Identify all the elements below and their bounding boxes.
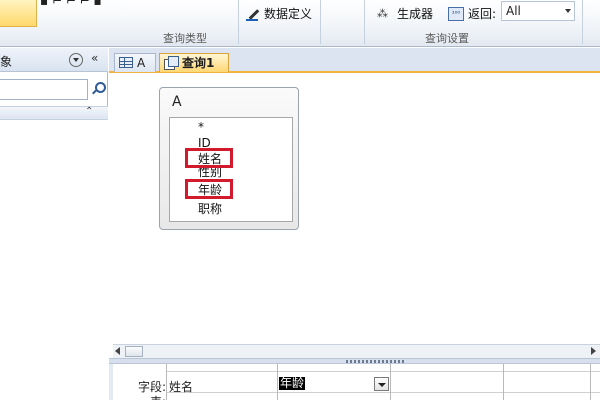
pencil-icon	[246, 7, 260, 21]
grid-cell-field-selected[interactable]: 年龄	[279, 377, 306, 390]
search-icon[interactable]	[91, 82, 106, 96]
grid-column-line	[590, 364, 591, 400]
highlight-box	[185, 179, 233, 199]
ribbon-cut-off-text: ▪ ⌐ ⌐ ⌐ ▪	[40, 0, 102, 8]
return-value-combobox[interactable]: All	[501, 1, 575, 21]
nav-search-input[interactable]	[0, 79, 88, 100]
ribbon-separator	[320, 0, 321, 44]
design-grid: 字段: 表: 姓名 年龄	[109, 364, 600, 400]
field-item[interactable]: *	[198, 121, 204, 134]
return-icon: ¹⁰⁰	[448, 6, 464, 21]
grid-row-line	[166, 371, 600, 372]
grid-cell-field[interactable]: 姓名	[169, 378, 193, 395]
nav-title: 象	[0, 55, 13, 69]
builder-label: 生成器	[397, 7, 434, 21]
scroll-thumb[interactable]	[125, 346, 143, 357]
grid-column-line	[503, 364, 504, 400]
group-label-query-setup: 查询设置	[425, 32, 469, 45]
grid-column-line	[166, 364, 167, 400]
table-icon	[119, 57, 133, 68]
splitter-grip[interactable]	[346, 360, 406, 363]
nav-menu-dropdown-icon[interactable]	[69, 53, 83, 67]
collapse-group-icon[interactable]: ⌃	[85, 106, 93, 117]
navigation-pane: 象 « ⌃	[0, 48, 108, 400]
ribbon-separator	[364, 0, 365, 44]
builder-button[interactable]: ⁂ 生成器	[377, 5, 433, 22]
scroll-right-icon[interactable]	[591, 347, 596, 355]
grid-row-line	[166, 392, 600, 393]
nav-group-header[interactable]: ⌃	[0, 106, 108, 120]
query-icon	[164, 56, 179, 70]
chevron-down-icon[interactable]	[565, 9, 571, 13]
field-item[interactable]: 职称	[198, 203, 222, 216]
nav-collapse-icon[interactable]: «	[91, 51, 98, 65]
query-design-area[interactable]: A * ID 姓名 性别 年龄 职称	[109, 75, 600, 345]
nav-header: 象 «	[0, 48, 108, 72]
group-label-query-type: 查询类型	[163, 32, 207, 45]
field-list-window[interactable]: A * ID 姓名 性别 年龄 职称	[159, 87, 299, 230]
data-definition-label: 数据定义	[264, 7, 313, 21]
return-value: All	[506, 4, 521, 18]
ribbon-separator	[238, 0, 239, 44]
nav-object-list	[0, 120, 108, 400]
grid-column-line	[277, 364, 278, 400]
builder-wand-icon: ⁂	[377, 6, 388, 20]
field-list-title: A	[172, 94, 182, 110]
grid-column-line	[390, 364, 391, 400]
field-list: * ID 姓名 性别 年龄 职称	[169, 117, 293, 222]
ribbon-separator	[582, 0, 583, 44]
run-button[interactable]	[0, 0, 37, 27]
tab-label: A	[137, 56, 146, 70]
grid-row-label-table: 表:	[109, 393, 166, 400]
scroll-left-icon[interactable]	[115, 347, 120, 355]
highlight-box	[185, 148, 233, 168]
tab-query1[interactable]: 查询1	[159, 53, 229, 72]
ribbon: ▪ ⌐ ⌐ ⌐ ▪ 数据定义 查询类型 ⁂ 生成器 ¹⁰⁰ 返回: All 查询…	[0, 0, 600, 47]
return-label: 返回:	[468, 7, 497, 21]
data-definition-button[interactable]: 数据定义	[246, 5, 312, 22]
tab-table-a[interactable]: A	[114, 53, 156, 72]
horizontal-scrollbar[interactable]	[113, 344, 600, 358]
chevron-down-icon[interactable]	[374, 377, 389, 391]
return-control: ¹⁰⁰ 返回:	[448, 5, 496, 22]
document-tabstrip: A 查询1	[109, 48, 600, 73]
tab-label: 查询1	[182, 56, 215, 70]
